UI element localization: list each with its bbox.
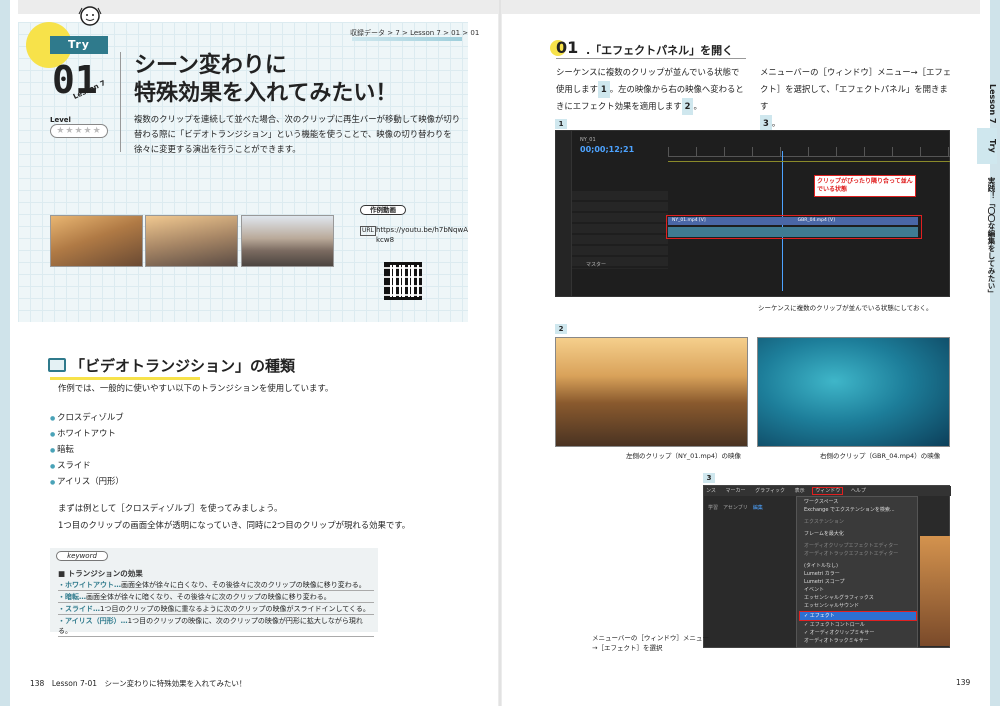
title-line-1: シーン変わりに	[134, 52, 397, 80]
menu-item[interactable]: (タイトルなし)	[800, 562, 916, 570]
transition-list: クロスディゾルブ ホワイトアウト 暗転 スライド アイリス（円形）	[50, 410, 124, 490]
timecode-display[interactable]: 00;00;12;21	[580, 145, 634, 154]
menu-item[interactable]: オーディオトラックエフェクトエディター	[800, 550, 916, 558]
level-stars: ★★★★★	[50, 124, 108, 138]
book-icon	[48, 358, 66, 372]
figure-caption: メニューバーの［ウィンドウ］メニュー	[592, 632, 709, 642]
photo-ny-bridge	[555, 337, 748, 447]
menu-item-effects[interactable]: ✓ エフェクト	[800, 612, 916, 620]
thumbnail-3	[241, 215, 334, 267]
callout-box: クリップがぴったり隣り合って並んでいる状態	[814, 175, 916, 197]
paragraph-2: 1つ目のクリップの画面全体が透明になっていき、同時に2つ目のクリップが現れる効果…	[58, 519, 410, 531]
list-item: アイリス（円形）	[50, 474, 124, 490]
figure-caption: シーケンスに複数のクリップが並んでいる状態にしておく。	[758, 302, 932, 312]
page-title: シーン変わりに 特殊効果を入れてみたい！	[134, 52, 397, 108]
step-underline	[556, 58, 746, 59]
figure-caption: 左側のクリップ（NY_01.mp4）の映像	[626, 450, 741, 460]
thumbnail-1	[50, 215, 143, 267]
menu-item[interactable]: ✓ エフェクトコントロール	[800, 621, 916, 629]
menu-item[interactable]: フレームを最大化	[800, 530, 916, 538]
menu-item[interactable]: オーディオクリップエフェクトエディター	[800, 542, 916, 550]
workspace-tabs[interactable]: 学習 アセンブリ 編集	[708, 504, 763, 511]
track-headers[interactable]	[572, 191, 668, 269]
list-item: クロスディゾルブ	[50, 410, 124, 426]
figure-caption: →［エフェクト］を選択	[592, 642, 662, 652]
intro-text: 複数のクリップを連続して並べた場合、次のクリップに再生バーが移動して映像が切り替…	[134, 112, 464, 157]
right-footer: 139	[956, 678, 970, 687]
menu-item[interactable]: ワークスペース	[800, 498, 916, 506]
tools-panel	[556, 131, 572, 296]
figure-caption: 右側のクリップ（GBR_04.mp4）の映像	[820, 450, 940, 460]
side-tab-chapter: 実践！「〇〇な編集をしてみたい」	[977, 172, 997, 302]
level-label: Level	[50, 116, 71, 124]
left-edge-band	[0, 0, 10, 706]
step-number: 01	[556, 38, 578, 57]
menu-item[interactable]: Exchange でエクステンションを検索...	[800, 506, 916, 514]
menu-item[interactable]: イベント	[800, 586, 916, 594]
qr-code-pattern	[384, 262, 422, 300]
list-item: スライド	[50, 458, 124, 474]
section-intro: 作例では、一般的に使いやすい以下のトランジションを使用しています。	[58, 382, 333, 394]
preview-strip	[920, 536, 950, 646]
highlight-box	[666, 215, 922, 239]
keyword-row: ・スライド…1つ目のクリップの映像に重なるように次のクリップの映像がスライドイン…	[58, 604, 374, 615]
photo-fish-school	[757, 337, 950, 447]
menu-item[interactable]: エッセンシャルグラフィックス	[800, 594, 916, 602]
sequence-tab[interactable]: NY_01	[580, 137, 596, 143]
figure-number: 1	[555, 119, 567, 129]
sample-video-tag: 作例動画	[360, 205, 406, 215]
section-title: 「ビデオトランジション」の種類	[70, 355, 295, 376]
thumbnail-2	[145, 215, 238, 267]
paragraph-1: まずは例として［クロスディゾルブ］を使ってみましょう。	[58, 502, 282, 514]
menu-item[interactable]: Lumetri カラー	[800, 570, 916, 578]
premiere-timeline-panel[interactable]: NY_01 00;00;12;21 マスター NY_01.mp4 [V]GBR_…	[555, 130, 950, 297]
menu-item[interactable]: ✓ オーディオクリップミキサー	[800, 629, 916, 637]
figure-number: 2	[555, 324, 567, 334]
keyword-row: ・ホワイトアウト…画面全体が徐々に白くなり、その後徐々に次のクリップの映像に移り…	[58, 580, 374, 591]
mascot-icon	[76, 4, 104, 34]
list-item: 暗転	[50, 442, 124, 458]
figure-number: 3	[703, 473, 715, 483]
keyword-tag: keyword	[56, 551, 108, 561]
menu-bar[interactable]: ンス マーカー グラフィック 表示 ウィンドウ ヘルプ	[704, 486, 951, 496]
window-menu-screenshot[interactable]: ンス マーカー グラフィック 表示 ウィンドウ ヘルプ 学習 アセンブリ 編集 …	[703, 485, 950, 648]
step-title: .「エフェクトパネル」を開く	[586, 42, 733, 58]
book-spine	[498, 0, 502, 706]
keyword-row: ・アイリス（円形）…1つ目のクリップの映像に、次のクリップの映像が円形に拡大しな…	[58, 616, 374, 637]
try-badge: Try	[50, 36, 108, 54]
menu-item[interactable]: エクステンション	[800, 518, 916, 526]
title-line-2: 特殊効果を入れてみたい！	[134, 80, 397, 108]
step-text-col1: シーケンスに複数のクリップが並んでいる状態で 使用します1。左の映像から右の映像…	[556, 64, 748, 115]
time-ruler[interactable]	[668, 147, 950, 157]
divider	[120, 52, 121, 152]
master-label: マスター	[586, 261, 606, 268]
left-footer: 138 Lesson 7-01 シーン変わりに特殊効果を入れてみたい！	[30, 678, 246, 689]
list-item: ホワイトアウト	[50, 426, 124, 442]
url-icon: URL	[360, 226, 376, 236]
video-url-link[interactable]: https://youtu.be/h7bNqwA kcw8	[376, 225, 456, 245]
step-text-col2: メニューバーの［ウィンドウ］メニュー→［エフェ クト］を選択して、「エフェクトパ…	[760, 64, 954, 132]
breadcrumb: 収録データ > 7 > Lesson 7 > 01 > 01	[350, 28, 479, 38]
keyword-row: ・暗転…画面全体が徐々に暗くなり、その後徐々に次のクリップの映像に移り変わる。	[58, 592, 374, 603]
menu-item[interactable]: エッセンシャルサウンド	[800, 602, 916, 610]
keyword-title: ■ トランジションの効果	[58, 568, 143, 579]
menu-item[interactable]: オーディオトラックミキサー	[800, 637, 916, 645]
section-underline	[50, 377, 200, 380]
work-area-bar	[668, 161, 950, 162]
side-tab-try: Try	[977, 128, 997, 164]
menu-item[interactable]: Lumetri スコープ	[800, 578, 916, 586]
